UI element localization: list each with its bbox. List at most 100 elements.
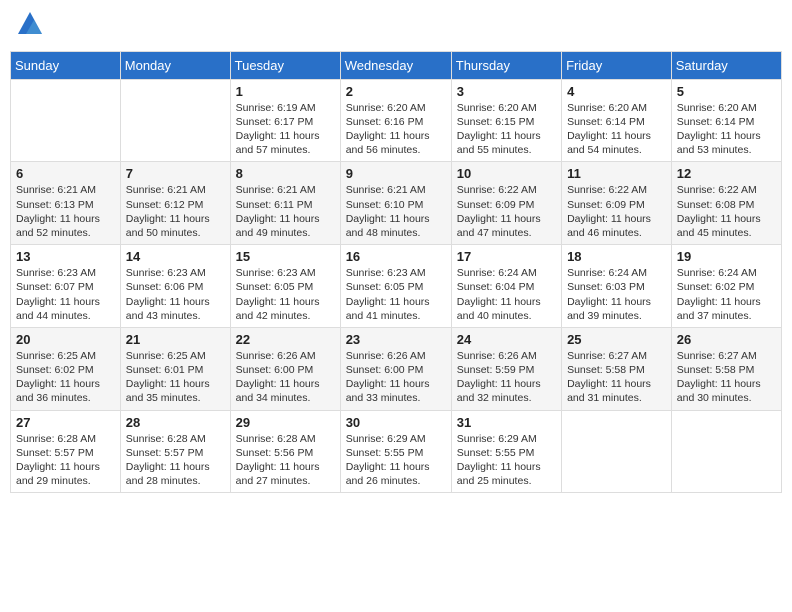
calendar-cell — [562, 410, 672, 493]
day-number: 8 — [236, 166, 335, 181]
day-number: 7 — [126, 166, 225, 181]
day-info: Sunrise: 6:23 AM Sunset: 6:05 PM Dayligh… — [236, 266, 335, 323]
calendar-cell: 11Sunrise: 6:22 AM Sunset: 6:09 PM Dayli… — [562, 162, 672, 245]
day-info: Sunrise: 6:24 AM Sunset: 6:03 PM Dayligh… — [567, 266, 666, 323]
day-info: Sunrise: 6:23 AM Sunset: 6:05 PM Dayligh… — [346, 266, 446, 323]
calendar-cell: 17Sunrise: 6:24 AM Sunset: 6:04 PM Dayli… — [451, 245, 561, 328]
day-info: Sunrise: 6:26 AM Sunset: 6:00 PM Dayligh… — [236, 349, 335, 406]
calendar-cell: 19 Sunrise: 6:24 AM Sunset: 6:02 PM Dayli… — [671, 245, 781, 328]
day-info: Sunrise: 6:20 AM Sunset: 6:15 PM Dayligh… — [457, 101, 556, 158]
week-row-2: 6 Sunrise: 6:21 AM Sunset: 6:13 PM Daylig… — [11, 162, 782, 245]
day-header-monday: Monday — [120, 51, 230, 79]
calendar-cell: 15Sunrise: 6:23 AM Sunset: 6:05 PM Dayli… — [230, 245, 340, 328]
calendar-body: 1 Sunrise: 6:19 AM Sunset: 6:17 PM Daylig… — [11, 79, 782, 492]
page-header — [10, 10, 782, 43]
day-number: 1 — [236, 84, 335, 99]
calendar-cell: 12Sunrise: 6:22 AM Sunset: 6:08 PM Dayli… — [671, 162, 781, 245]
calendar-cell: 30 Sunrise: 6:29 AM Sunset: 5:55 PM Dayli… — [340, 410, 451, 493]
day-number: 4 — [567, 84, 666, 99]
day-info: Sunrise: 6:26 AM Sunset: 5:59 PM Dayligh… — [457, 349, 556, 406]
calendar-cell: 5Sunrise: 6:20 AM Sunset: 6:14 PM Daylig… — [671, 79, 781, 162]
day-info: Sunrise: 6:27 AM Sunset: 5:58 PM Dayligh… — [677, 349, 776, 406]
calendar-cell: 8 Sunrise: 6:21 AM Sunset: 6:11 PM Daylig… — [230, 162, 340, 245]
day-info: Sunrise: 6:27 AM Sunset: 5:58 PM Dayligh… — [567, 349, 666, 406]
day-header-tuesday: Tuesday — [230, 51, 340, 79]
day-info: Sunrise: 6:26 AM Sunset: 6:00 PM Dayligh… — [346, 349, 446, 406]
calendar-cell: 24 Sunrise: 6:26 AM Sunset: 5:59 PM Dayli… — [451, 327, 561, 410]
day-info: Sunrise: 6:21 AM Sunset: 6:13 PM Dayligh… — [16, 183, 115, 240]
day-info: Sunrise: 6:25 AM Sunset: 6:01 PM Dayligh… — [126, 349, 225, 406]
day-number: 10 — [457, 166, 556, 181]
day-info: Sunrise: 6:22 AM Sunset: 6:09 PM Dayligh… — [457, 183, 556, 240]
day-info: Sunrise: 6:28 AM Sunset: 5:57 PM Dayligh… — [16, 432, 115, 489]
day-header-friday: Friday — [562, 51, 672, 79]
day-number: 28 — [126, 415, 225, 430]
day-info: Sunrise: 6:20 AM Sunset: 6:14 PM Dayligh… — [567, 101, 666, 158]
day-info: Sunrise: 6:23 AM Sunset: 6:07 PM Dayligh… — [16, 266, 115, 323]
day-info: Sunrise: 6:29 AM Sunset: 5:55 PM Dayligh… — [346, 432, 446, 489]
day-header-row: SundayMondayTuesdayWednesdayThursdayFrid… — [11, 51, 782, 79]
logo — [14, 10, 44, 43]
day-number: 18 — [567, 249, 666, 264]
day-header-thursday: Thursday — [451, 51, 561, 79]
calendar-cell: 16 Sunrise: 6:23 AM Sunset: 6:05 PM Dayli… — [340, 245, 451, 328]
day-info: Sunrise: 6:25 AM Sunset: 6:02 PM Dayligh… — [16, 349, 115, 406]
calendar-cell: 14 Sunrise: 6:23 AM Sunset: 6:06 PM Dayli… — [120, 245, 230, 328]
day-info: Sunrise: 6:23 AM Sunset: 6:06 PM Dayligh… — [126, 266, 225, 323]
calendar-cell: 28 Sunrise: 6:28 AM Sunset: 5:57 PM Dayli… — [120, 410, 230, 493]
day-number: 22 — [236, 332, 335, 347]
day-number: 23 — [346, 332, 446, 347]
day-number: 20 — [16, 332, 115, 347]
calendar-cell: 2 Sunrise: 6:20 AM Sunset: 6:16 PM Daylig… — [340, 79, 451, 162]
calendar-cell: 9Sunrise: 6:21 AM Sunset: 6:10 PM Daylig… — [340, 162, 451, 245]
day-info: Sunrise: 6:20 AM Sunset: 6:14 PM Dayligh… — [677, 101, 776, 158]
day-info: Sunrise: 6:21 AM Sunset: 6:10 PM Dayligh… — [346, 183, 446, 240]
day-info: Sunrise: 6:22 AM Sunset: 6:09 PM Dayligh… — [567, 183, 666, 240]
day-info: Sunrise: 6:20 AM Sunset: 6:16 PM Dayligh… — [346, 101, 446, 158]
calendar-cell: 1 Sunrise: 6:19 AM Sunset: 6:17 PM Daylig… — [230, 79, 340, 162]
calendar-cell — [11, 79, 121, 162]
calendar-table: SundayMondayTuesdayWednesdayThursdayFrid… — [10, 51, 782, 493]
calendar-cell: 6 Sunrise: 6:21 AM Sunset: 6:13 PM Daylig… — [11, 162, 121, 245]
day-number: 12 — [677, 166, 776, 181]
day-number: 27 — [16, 415, 115, 430]
day-header-sunday: Sunday — [11, 51, 121, 79]
day-number: 29 — [236, 415, 335, 430]
calendar-cell: 21 Sunrise: 6:25 AM Sunset: 6:01 PM Dayli… — [120, 327, 230, 410]
calendar-cell: 25 Sunrise: 6:27 AM Sunset: 5:58 PM Dayli… — [562, 327, 672, 410]
day-number: 21 — [126, 332, 225, 347]
day-number: 2 — [346, 84, 446, 99]
week-row-3: 13 Sunrise: 6:23 AM Sunset: 6:07 PM Dayli… — [11, 245, 782, 328]
calendar-cell — [120, 79, 230, 162]
calendar-cell: 23 Sunrise: 6:26 AM Sunset: 6:00 PM Dayli… — [340, 327, 451, 410]
day-number: 6 — [16, 166, 115, 181]
calendar-cell: 18 Sunrise: 6:24 AM Sunset: 6:03 PM Dayli… — [562, 245, 672, 328]
day-number: 25 — [567, 332, 666, 347]
calendar-cell: 7 Sunrise: 6:21 AM Sunset: 6:12 PM Daylig… — [120, 162, 230, 245]
calendar-cell: 27 Sunrise: 6:28 AM Sunset: 5:57 PM Dayli… — [11, 410, 121, 493]
day-number: 14 — [126, 249, 225, 264]
day-number: 17 — [457, 249, 556, 264]
week-row-5: 27 Sunrise: 6:28 AM Sunset: 5:57 PM Dayli… — [11, 410, 782, 493]
day-info: Sunrise: 6:28 AM Sunset: 5:56 PM Dayligh… — [236, 432, 335, 489]
day-info: Sunrise: 6:29 AM Sunset: 5:55 PM Dayligh… — [457, 432, 556, 489]
day-number: 19 — [677, 249, 776, 264]
logo-icon — [16, 10, 44, 38]
day-number: 16 — [346, 249, 446, 264]
day-number: 30 — [346, 415, 446, 430]
day-info: Sunrise: 6:21 AM Sunset: 6:12 PM Dayligh… — [126, 183, 225, 240]
week-row-1: 1 Sunrise: 6:19 AM Sunset: 6:17 PM Daylig… — [11, 79, 782, 162]
day-number: 24 — [457, 332, 556, 347]
calendar-header: SundayMondayTuesdayWednesdayThursdayFrid… — [11, 51, 782, 79]
day-info: Sunrise: 6:19 AM Sunset: 6:17 PM Dayligh… — [236, 101, 335, 158]
calendar-cell: 4 Sunrise: 6:20 AM Sunset: 6:14 PM Daylig… — [562, 79, 672, 162]
day-info: Sunrise: 6:28 AM Sunset: 5:57 PM Dayligh… — [126, 432, 225, 489]
day-number: 31 — [457, 415, 556, 430]
calendar-cell: 13 Sunrise: 6:23 AM Sunset: 6:07 PM Dayli… — [11, 245, 121, 328]
day-info: Sunrise: 6:24 AM Sunset: 6:02 PM Dayligh… — [677, 266, 776, 323]
week-row-4: 20 Sunrise: 6:25 AM Sunset: 6:02 PM Dayli… — [11, 327, 782, 410]
day-info: Sunrise: 6:21 AM Sunset: 6:11 PM Dayligh… — [236, 183, 335, 240]
calendar-cell: 3Sunrise: 6:20 AM Sunset: 6:15 PM Daylig… — [451, 79, 561, 162]
calendar-cell — [671, 410, 781, 493]
day-number: 13 — [16, 249, 115, 264]
